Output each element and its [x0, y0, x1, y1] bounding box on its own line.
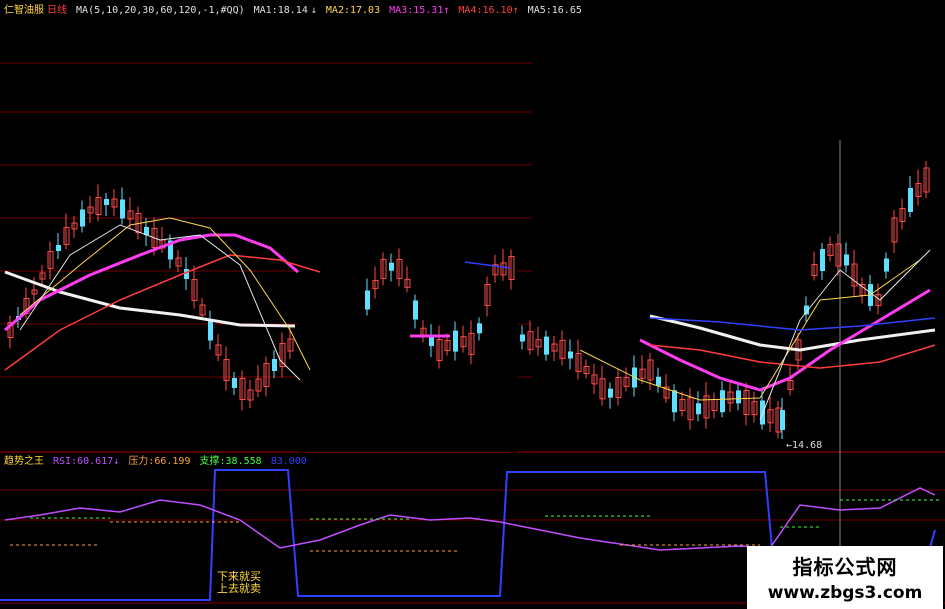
- candle-body: [696, 403, 701, 415]
- candle-body: [544, 336, 549, 355]
- candle-body: [208, 319, 213, 341]
- watermark-logo: 指标公式网 www.zbgs3.com: [747, 546, 943, 609]
- ma2-value: 17.03: [350, 5, 381, 16]
- ma2-label: MA2:: [325, 5, 350, 16]
- ma-magenta-line: [4, 233, 299, 332]
- price-header: 仁智油服 日线 MA(5,10,20,30,60,120,-1,#QQ) MA1:…: [4, 5, 582, 17]
- candle-body: [184, 269, 189, 279]
- ma3-label: MA3:: [389, 5, 414, 16]
- candle-body: [104, 199, 109, 205]
- candle-body: [272, 359, 277, 371]
- stock-name[interactable]: 仁智油服: [4, 5, 44, 16]
- candle-body: [656, 376, 661, 386]
- pressure-value: 66.199: [154, 456, 191, 467]
- candle-body: [736, 390, 741, 404]
- ma1-label: MA1:: [253, 5, 278, 16]
- candle-body: [365, 290, 370, 310]
- ma-white-line: [4, 270, 296, 328]
- note-sell: 上去就卖: [217, 582, 261, 595]
- candle-body: [820, 249, 825, 271]
- watermark-title: 指标公式网: [792, 555, 898, 579]
- ma4-value: 16.10: [482, 5, 513, 16]
- ma3-value: 15.31: [413, 5, 444, 16]
- pressure-label: 压力:: [128, 456, 155, 467]
- rsi-label: RSI:: [53, 456, 78, 467]
- candle-body: [720, 390, 725, 413]
- candle-body: [908, 188, 913, 212]
- arrow-up-icon: ↑: [512, 5, 519, 16]
- ma-definition: MA(5,10,20,30,60,120,-1,#QQ): [76, 5, 245, 16]
- arrow-up-icon: ↑: [443, 5, 450, 16]
- period-label[interactable]: 日线: [47, 5, 67, 16]
- candle-body: [56, 245, 61, 251]
- extra-value: 83.000: [270, 456, 307, 467]
- watermark-url: www.zbgs3.com: [767, 583, 923, 603]
- candle-body: [568, 351, 573, 359]
- support-value: 38.558: [225, 456, 262, 467]
- ma4-label: MA4:: [458, 5, 483, 16]
- indicator-header: 趋势之王 RSI:60.617↓ 压力:66.199 支撑:38.558 83.…: [4, 456, 307, 468]
- candle-body: [80, 209, 85, 227]
- ma-magenta-line: [639, 288, 931, 392]
- rsi-value: 60.617: [77, 456, 114, 467]
- candle-body: [672, 390, 677, 413]
- buy-sell-note: 下来就买 上去就卖: [217, 571, 261, 595]
- candle-body: [844, 254, 849, 266]
- low-price-label: ←14.68: [786, 440, 822, 451]
- candle-body: [477, 323, 482, 334]
- candle-body: [520, 334, 525, 342]
- candle-body: [780, 410, 785, 430]
- candle-body: [608, 388, 613, 398]
- low-price-value: 14.68: [792, 440, 823, 451]
- stock-chart[interactable]: [0, 0, 945, 609]
- arrow-down-icon: ↓: [113, 456, 120, 467]
- support-label: 支撑:: [199, 456, 226, 467]
- arrow-down-icon: ↓: [310, 5, 317, 16]
- rsi-line: [4, 487, 936, 551]
- ma-yellow-line: [579, 259, 921, 401]
- indicator-name[interactable]: 趋势之王: [4, 456, 44, 467]
- candle-body: [429, 336, 434, 347]
- candle-body: [120, 199, 125, 219]
- candle-body: [232, 378, 237, 388]
- ma5-value: 16.65: [551, 5, 582, 16]
- candle-body: [453, 330, 458, 352]
- ma-blue-line: [649, 317, 936, 331]
- candle-body: [389, 262, 394, 271]
- candle-body: [884, 258, 889, 272]
- ma1-value: 18.14: [277, 5, 308, 16]
- ma5-label: MA5:: [527, 5, 552, 16]
- candle-body: [413, 300, 418, 320]
